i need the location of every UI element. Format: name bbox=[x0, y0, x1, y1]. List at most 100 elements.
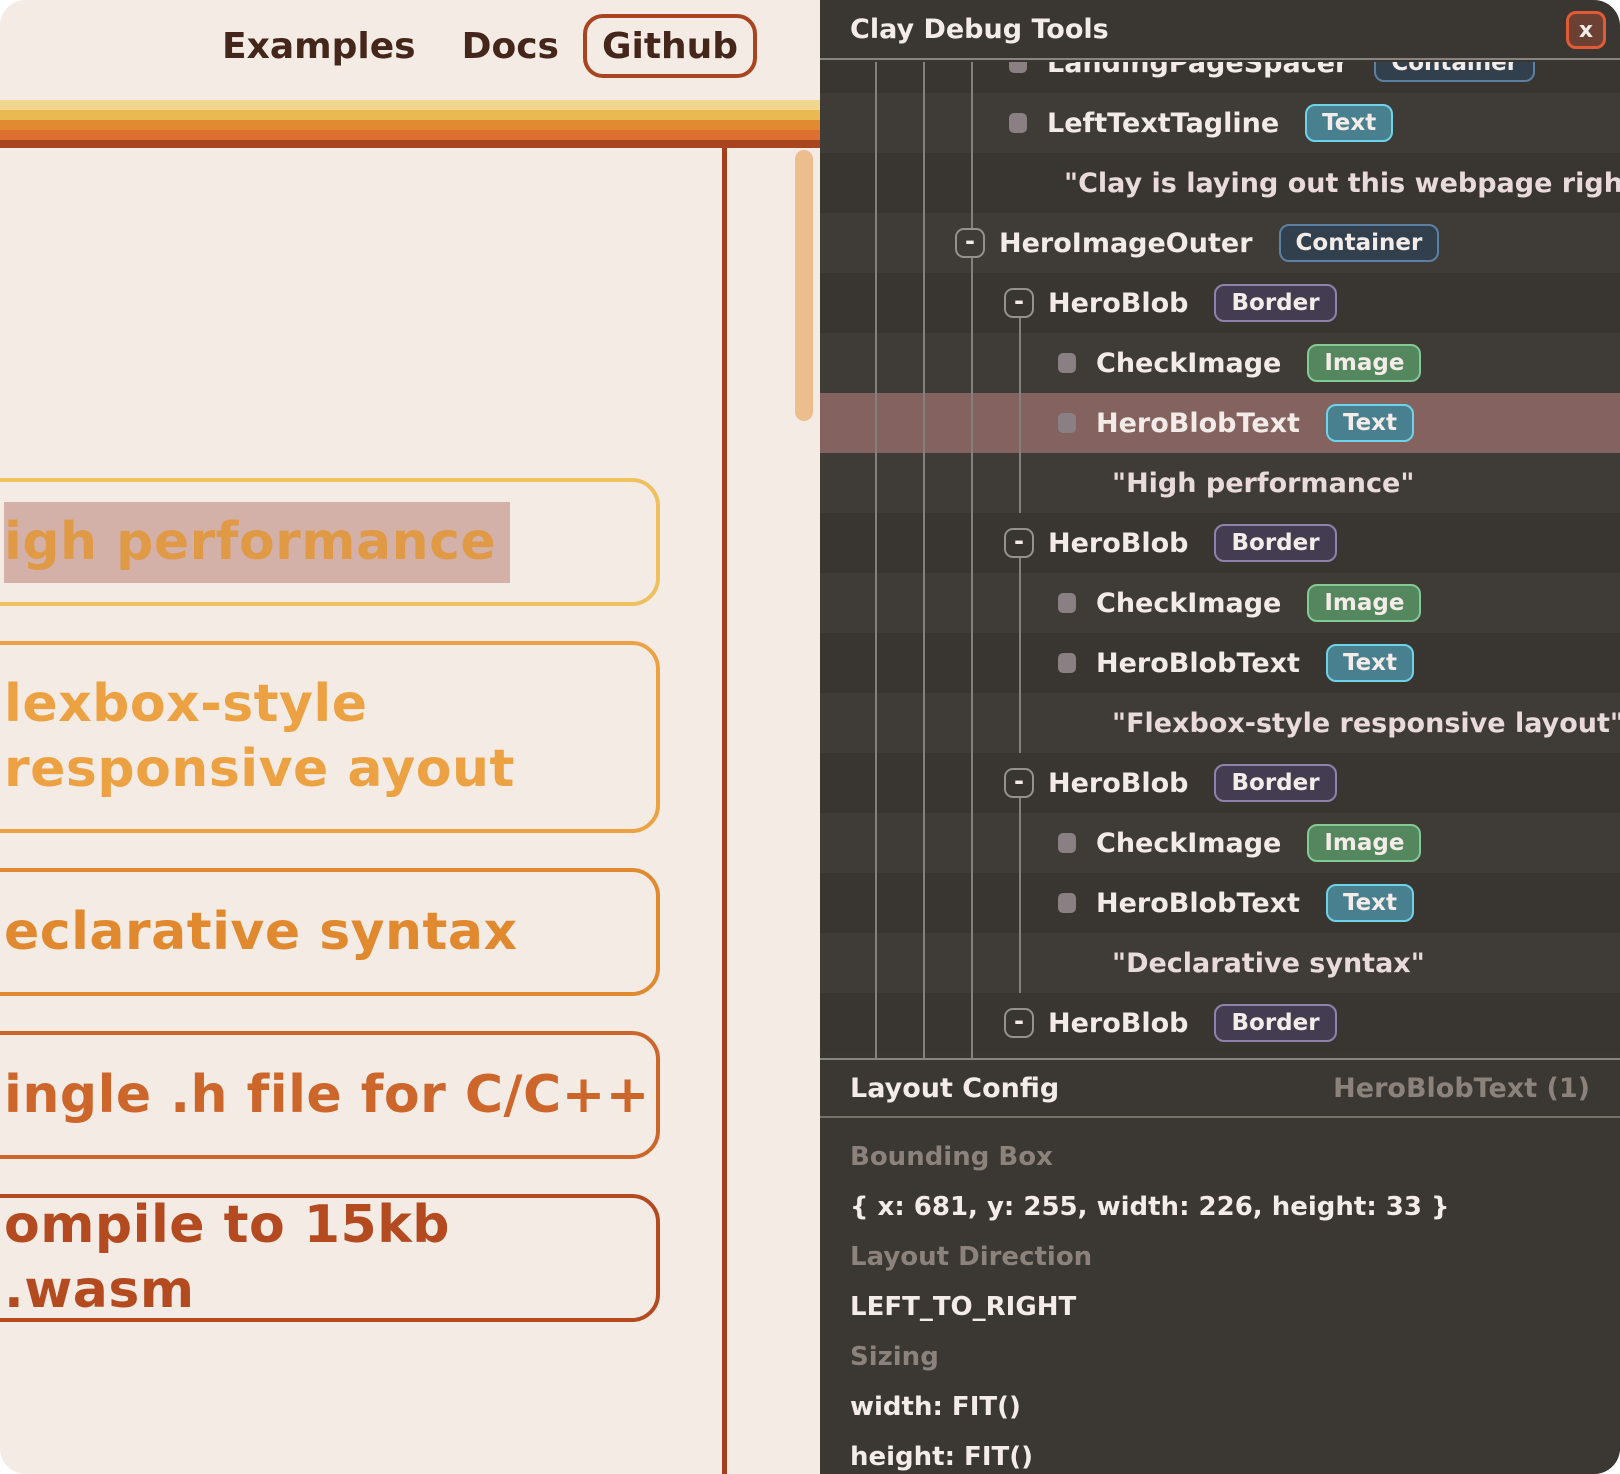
gradient-stripes bbox=[0, 100, 820, 148]
leaf-dot-icon bbox=[1058, 893, 1076, 913]
config-property-label: Layout Direction bbox=[850, 1232, 1590, 1282]
element-name: CheckImage bbox=[1096, 588, 1281, 619]
feature-box: eclarative syntax bbox=[0, 868, 660, 996]
gradient-stripe bbox=[0, 100, 820, 110]
app-window: Examples Docs Github igh performance lexbo… bbox=[0, 0, 1620, 1474]
tree-row[interactable]: HeroBlobText Text bbox=[820, 873, 1620, 933]
config-property-value: width: FIT() bbox=[850, 1382, 1590, 1432]
tree-text-preview-row[interactable]: "Flexbox-style responsive layout" bbox=[820, 693, 1620, 753]
layout-config-title: Layout Config bbox=[850, 1073, 1059, 1104]
element-name: HeroBlob bbox=[1048, 528, 1188, 559]
element-text-preview: "Declarative syntax" bbox=[1112, 948, 1425, 979]
collapse-button[interactable]: - bbox=[1004, 1008, 1034, 1038]
element-type-badge: Border bbox=[1214, 764, 1336, 802]
page-scrollbar-thumb[interactable] bbox=[795, 150, 813, 421]
collapse-button[interactable]: - bbox=[1004, 528, 1034, 558]
tree-row[interactable]: LeftTextTagline Text bbox=[820, 93, 1620, 153]
gradient-stripe bbox=[0, 110, 820, 120]
element-text-preview: "Clay is laying out this webpage right n… bbox=[1064, 168, 1620, 199]
close-button[interactable]: x bbox=[1566, 11, 1606, 49]
page-vertical-divider bbox=[722, 148, 727, 1474]
feature-box: igh performance bbox=[0, 478, 660, 606]
tree-row[interactable]: -HeroBlob Border bbox=[820, 993, 1620, 1053]
layout-config-header: Layout Config HeroBlobText (1) bbox=[820, 1060, 1620, 1118]
feature-text: ompile to 15kb .wasm bbox=[4, 1193, 656, 1323]
webpage-pane: Examples Docs Github igh performance lexbo… bbox=[0, 0, 820, 1474]
layout-config-section: Layout Config HeroBlobText (1) Bounding … bbox=[820, 1058, 1620, 1474]
feature-box: lexbox-style responsive ayout bbox=[0, 641, 660, 833]
debug-panel-header: Clay Debug Tools x bbox=[820, 0, 1620, 60]
leaf-dot-icon bbox=[1058, 833, 1076, 853]
collapse-button[interactable]: - bbox=[1004, 288, 1034, 318]
element-type-badge: Image bbox=[1307, 584, 1421, 622]
element-name: CheckImage bbox=[1096, 348, 1281, 379]
element-type-badge: Container bbox=[1374, 62, 1535, 82]
feature-text: lexbox-style responsive ayout bbox=[4, 672, 656, 802]
element-type-badge: Image bbox=[1307, 824, 1421, 862]
element-name: HeroBlob bbox=[1048, 288, 1188, 319]
leaf-dot-icon bbox=[1009, 113, 1027, 133]
element-name: HeroImageOuter bbox=[999, 228, 1253, 259]
element-text-preview: "High performance" bbox=[1112, 468, 1414, 499]
config-property-value: LEFT_TO_RIGHT bbox=[850, 1282, 1590, 1332]
feature-box: ompile to 15kb .wasm bbox=[0, 1194, 660, 1322]
element-type-badge: Border bbox=[1214, 284, 1336, 322]
element-name: HeroBlob bbox=[1048, 1008, 1188, 1039]
config-property-value: { x: 681, y: 255, width: 226, height: 33… bbox=[850, 1182, 1590, 1232]
element-type-badge: Text bbox=[1326, 404, 1414, 442]
nav-item-examples[interactable]: Examples bbox=[222, 26, 416, 67]
leaf-dot-icon bbox=[1058, 353, 1076, 373]
leaf-dot-icon bbox=[1058, 653, 1076, 673]
element-name: HeroBlobText bbox=[1096, 408, 1300, 439]
tree-indent-guide bbox=[1019, 798, 1021, 993]
element-name: HeroBlobText bbox=[1096, 888, 1300, 919]
tree-indent-guide bbox=[875, 62, 877, 1058]
github-button[interactable]: Github bbox=[583, 14, 757, 78]
feature-text-highlighted: igh performance bbox=[4, 502, 510, 583]
collapse-button[interactable]: - bbox=[955, 228, 985, 258]
gradient-stripe bbox=[0, 130, 820, 140]
element-name: HeroBlob bbox=[1048, 768, 1188, 799]
leaf-dot-icon bbox=[1058, 593, 1076, 613]
config-property-value: height: FIT() bbox=[850, 1432, 1590, 1474]
tree-text-preview-row[interactable]: "Declarative syntax" bbox=[820, 933, 1620, 993]
tree-row[interactable]: CheckImage Image bbox=[820, 573, 1620, 633]
gradient-stripe bbox=[0, 140, 820, 148]
config-property-label: Sizing bbox=[850, 1332, 1590, 1382]
element-name: CheckImage bbox=[1096, 828, 1281, 859]
debug-panel-title: Clay Debug Tools bbox=[850, 14, 1109, 45]
nav-item-docs[interactable]: Docs bbox=[462, 26, 559, 67]
tree-text-preview-row[interactable]: "Clay is laying out this webpage right n… bbox=[820, 153, 1620, 213]
leaf-dot-icon bbox=[1009, 62, 1027, 73]
element-name: HeroBlobText bbox=[1096, 648, 1300, 679]
leaf-dot-icon bbox=[1058, 413, 1076, 433]
element-name: LandingPageSpacer bbox=[1047, 62, 1348, 79]
tree-row[interactable]: CheckImage Image bbox=[820, 813, 1620, 873]
tree-row[interactable]: LandingPageSpacer Container bbox=[820, 62, 1620, 93]
element-text-preview: "Flexbox-style responsive layout" bbox=[1112, 708, 1620, 739]
tree-indent-guide bbox=[1019, 558, 1021, 753]
tree-text-preview-row[interactable]: "High performance" bbox=[820, 453, 1620, 513]
element-type-badge: Text bbox=[1326, 884, 1414, 922]
tree-row[interactable]: HeroBlobText Text bbox=[820, 393, 1620, 453]
feature-text: eclarative syntax bbox=[4, 900, 518, 965]
tree-row[interactable]: -HeroImageOuter Container bbox=[820, 213, 1620, 273]
element-type-badge: Text bbox=[1326, 644, 1414, 682]
tree-row[interactable]: -HeroBlob Border bbox=[820, 273, 1620, 333]
feature-box: ingle .h file for C/C++ bbox=[0, 1031, 660, 1159]
top-nav: Examples Docs bbox=[222, 26, 559, 67]
element-type-badge: Image bbox=[1307, 344, 1421, 382]
tree-indent-guide bbox=[1019, 318, 1021, 513]
gradient-stripe bbox=[0, 120, 820, 130]
element-name: LeftTextTagline bbox=[1047, 108, 1279, 139]
tree-row[interactable]: -HeroBlob Border bbox=[820, 513, 1620, 573]
tree-row[interactable]: CheckImage Image bbox=[820, 333, 1620, 393]
element-type-badge: Border bbox=[1214, 524, 1336, 562]
element-type-badge: Border bbox=[1214, 1004, 1336, 1042]
collapse-button[interactable]: - bbox=[1004, 768, 1034, 798]
element-type-badge: Text bbox=[1305, 104, 1393, 142]
element-type-badge: Container bbox=[1279, 224, 1440, 262]
feature-text: ingle .h file for C/C++ bbox=[4, 1063, 650, 1128]
tree-row[interactable]: -HeroBlob Border bbox=[820, 753, 1620, 813]
tree-row[interactable]: HeroBlobText Text bbox=[820, 633, 1620, 693]
